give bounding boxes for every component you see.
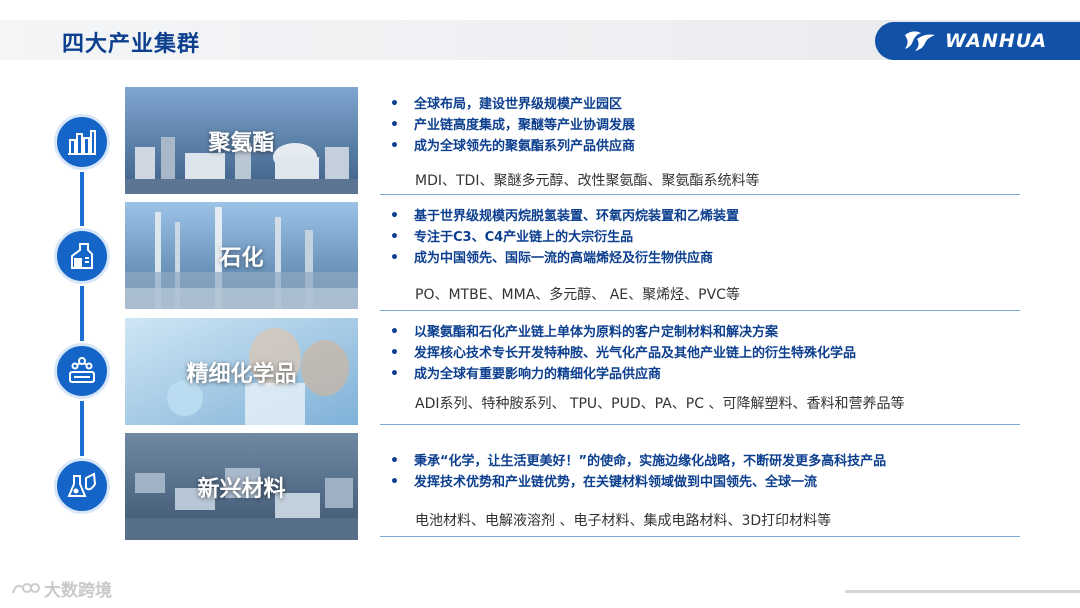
segment-image-fine-chemicals: 精细化学品: [125, 318, 358, 425]
bullet-item: 发挥核心技术专长开发特种胺、光气化产品及其他产业链上的衍生特殊化学品: [390, 343, 856, 364]
watermark-text: 大数跨境: [44, 581, 112, 601]
bullet-item: 发挥技术优势和产业链优势，在关键材料领域做到中国领先、全球一流: [390, 472, 886, 493]
segment-title: 石化: [219, 245, 264, 271]
product-list: ADI系列、特种胺系列、 TPU、PUD、PA、PC 、可降解塑料、香料和营养品…: [415, 396, 905, 412]
bullet-item: 成为全球有重要影响力的精细化学品供应商: [390, 364, 856, 385]
bullet-list: 秉承“化学，让生活更美好！”的使命，实施边缘化战略，不断研发更多高科技产品 发挥…: [390, 451, 886, 493]
bullet-item: 以聚氨酯和石化产业链上单体为原料的客户定制材料和解决方案: [390, 322, 856, 343]
divider: [380, 424, 1020, 425]
divider: [380, 310, 1020, 311]
flask-icon: [54, 228, 110, 284]
footer-line: [845, 590, 1080, 593]
segment-image-new-materials: 新兴材料: [125, 433, 358, 540]
bullet-list: 全球布局，建设世界级规模产业园区 产业链高度集成，聚醚等产业协调发展 成为全球领…: [390, 94, 635, 157]
bullet-item: 成为全球领先的聚氨酯系列产品供应商: [390, 136, 635, 157]
bullet-item: 产业链高度集成，聚醚等产业协调发展: [390, 115, 635, 136]
product-list: 电池材料、电解液溶剂 、电子材料、集成电路材料、3D打印材料等: [415, 513, 832, 529]
bullet-item: 全球布局，建设世界级规模产业园区: [390, 94, 635, 115]
lab-beakers-icon: [54, 458, 110, 514]
logo-text: WANHUA: [945, 30, 1048, 52]
segment-image-polyurethane: 聚氨酯: [125, 87, 358, 194]
segment-image-petrochemical: 石化: [125, 202, 358, 309]
product-list: MDI、TDI、聚醚多元醇、改性聚氨酯、聚氨酯系统料等: [415, 173, 760, 189]
watermark: 大数跨境: [10, 576, 112, 601]
chart-bars-icon: [54, 114, 110, 170]
divider: [380, 536, 1020, 537]
timeline-line: [80, 140, 84, 490]
bullet-item: 成为中国领先、国际一流的高端烯烃及衍生物供应商: [390, 248, 739, 269]
company-logo: WANHUA: [875, 22, 1080, 60]
page-title: 四大产业集群: [62, 32, 201, 57]
wanhua-logo-icon: [905, 31, 935, 51]
bullet-item: 基于世界级规模丙烷脱氢装置、环氧丙烷装置和乙烯装置: [390, 206, 739, 227]
divider: [380, 194, 1020, 195]
bullet-list: 基于世界级规模丙烷脱氢装置、环氧丙烷装置和乙烯装置 专注于C3、C4产业链上的大…: [390, 206, 739, 269]
segment-title: 聚氨酯: [208, 130, 275, 156]
segment-title: 精细化学品: [186, 361, 297, 387]
watermark-logo-icon: [12, 582, 40, 593]
molecule-device-icon: [54, 343, 110, 399]
product-list: PO、MTBE、MMA、多元醇、 AE、聚烯烃、PVC等: [415, 287, 740, 303]
segment-title: 新兴材料: [197, 476, 286, 502]
bullet-item: 秉承“化学，让生活更美好！”的使命，实施边缘化战略，不断研发更多高科技产品: [390, 451, 886, 472]
bullet-item: 专注于C3、C4产业链上的大宗衍生品: [390, 227, 739, 248]
bullet-list: 以聚氨酯和石化产业链上单体为原料的客户定制材料和解决方案 发挥核心技术专长开发特…: [390, 322, 856, 385]
